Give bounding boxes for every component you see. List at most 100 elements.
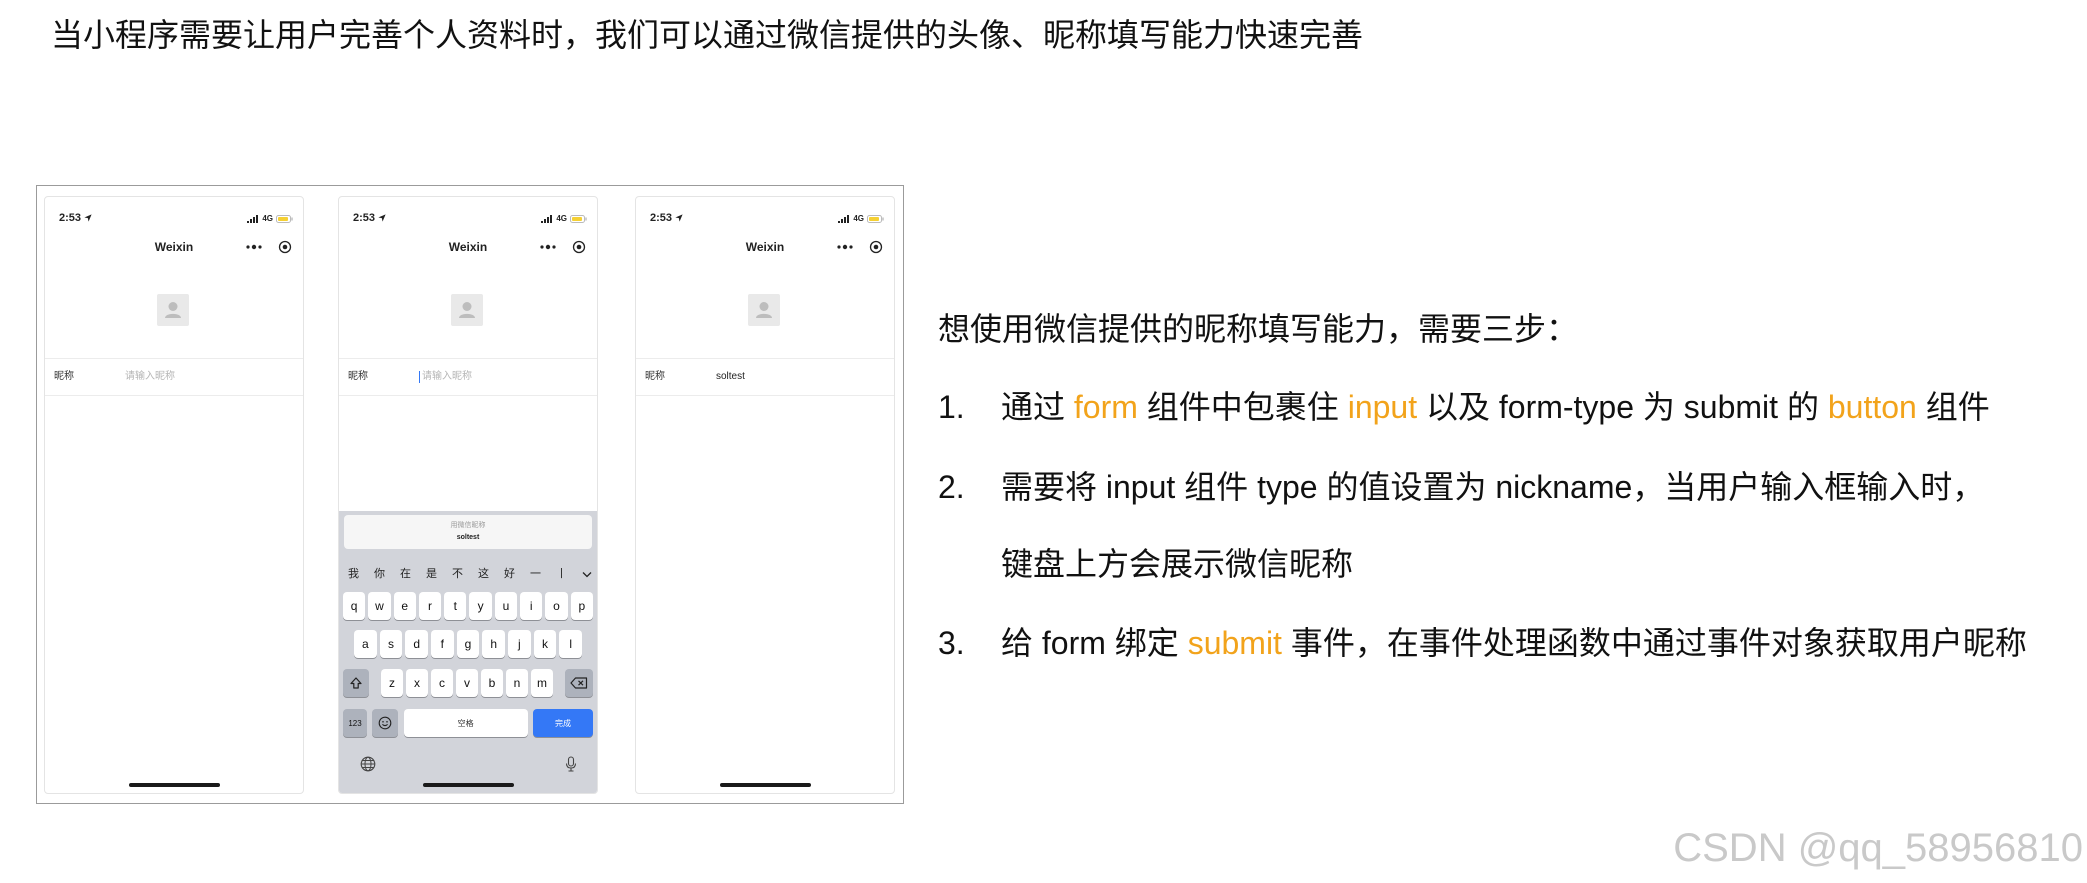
shift-icon xyxy=(349,676,363,690)
nickname-placeholder: 请输入昵称 xyxy=(125,371,175,382)
steps-intro: 想使用微信提供的昵称填写能力，需要三步： xyxy=(938,311,1579,347)
more-icon[interactable] xyxy=(836,244,854,250)
done-key[interactable]: 完成 xyxy=(532,709,593,737)
candidate-bar: 我 你 在 是 不 这 好 一 丨 xyxy=(348,566,592,582)
nickname-placeholder: 请输入昵称 xyxy=(422,371,472,382)
key-i[interactable]: i xyxy=(520,592,543,620)
avatar-button[interactable] xyxy=(451,294,483,326)
candidate[interactable]: 丨 xyxy=(556,566,567,582)
key-u[interactable]: u xyxy=(494,592,518,620)
nickname-label: 昵称 xyxy=(54,371,74,382)
key-a[interactable]: a xyxy=(354,630,377,658)
key-y[interactable]: y xyxy=(469,592,492,620)
nickname-suggestion[interactable]: 用微信昵称 soltest xyxy=(344,515,592,549)
key-z[interactable]: z xyxy=(381,669,403,697)
step-2-line-2: 键盘上方会展示微信昵称 xyxy=(1001,546,1354,582)
network-type: 4G xyxy=(853,214,864,223)
nickname-label: 昵称 xyxy=(348,371,368,382)
step-number: 1. xyxy=(938,389,965,425)
key-d[interactable]: d xyxy=(405,630,429,658)
key-j[interactable]: j xyxy=(508,630,531,658)
key-s[interactable]: s xyxy=(379,630,403,658)
signal-icon xyxy=(838,210,850,228)
more-icon[interactable] xyxy=(245,244,263,250)
step-1-text: 通过 form 组件中包裹住 input 以及 form-type 为 subm… xyxy=(1001,387,2079,427)
nickname-input[interactable]: soltest xyxy=(716,367,886,387)
emoji-key[interactable] xyxy=(372,709,399,737)
candidate[interactable]: 是 xyxy=(426,566,437,582)
slide-title: 当小程序需要让用户完善个人资料时，我们可以通过微信提供的头像、昵称填写能力快速完… xyxy=(51,17,1364,53)
mic-icon[interactable] xyxy=(565,756,577,772)
candidate[interactable]: 不 xyxy=(452,566,463,582)
key-b[interactable]: b xyxy=(481,669,503,697)
avatar-placeholder-icon xyxy=(748,294,780,326)
shift-key[interactable] xyxy=(343,669,369,697)
key-h[interactable]: h xyxy=(482,630,506,658)
key-r[interactable]: r xyxy=(418,592,442,620)
status-left: 2:53 xyxy=(650,209,683,227)
record-icon[interactable] xyxy=(869,240,883,254)
divider xyxy=(45,395,303,396)
nickname-value: soltest xyxy=(716,371,745,382)
chevron-down-icon[interactable] xyxy=(582,571,592,578)
globe-icon[interactable] xyxy=(360,756,376,772)
divider xyxy=(45,358,303,359)
avatar-button[interactable] xyxy=(748,294,780,326)
key-x[interactable]: x xyxy=(406,669,428,697)
step-text-segment: 组件 xyxy=(1916,389,1990,425)
home-indicator xyxy=(129,783,220,787)
keyboard-row-3-letters: z x c v b n m xyxy=(381,669,553,697)
step-text-segment: 组件中包裹住 xyxy=(1137,389,1348,425)
status-time: 2:53 xyxy=(353,212,376,224)
key-w[interactable]: w xyxy=(368,592,391,620)
battery-icon xyxy=(867,210,884,228)
candidate[interactable]: 这 xyxy=(478,566,489,582)
keyboard-row-1: q w e r t y u i o p xyxy=(343,592,593,620)
key-o[interactable]: o xyxy=(545,592,568,620)
avatar-placeholder-icon xyxy=(451,294,483,326)
key-k[interactable]: k xyxy=(533,630,557,658)
nickname-input-focused[interactable]: 请输入昵称 xyxy=(419,367,589,387)
backspace-key[interactable] xyxy=(565,669,593,697)
key-t[interactable]: t xyxy=(444,592,467,620)
key-n[interactable]: n xyxy=(506,669,528,697)
phone-screen-empty: 2:53 4G Weixin 昵称 请输入昵称 xyxy=(44,196,304,794)
candidate[interactable]: 我 xyxy=(348,566,359,582)
status-indicators: 4G xyxy=(541,210,587,228)
candidate[interactable]: 你 xyxy=(374,566,385,582)
numbers-key[interactable]: 123 xyxy=(343,709,367,737)
record-icon[interactable] xyxy=(278,240,292,254)
candidate[interactable]: 好 xyxy=(504,566,515,582)
nickname-label: 昵称 xyxy=(645,371,665,382)
record-icon[interactable] xyxy=(572,240,586,254)
key-q[interactable]: q xyxy=(343,592,366,620)
watermark: CSDN @qq_58956810 xyxy=(1673,826,2083,870)
nav-title: Weixin xyxy=(154,240,194,254)
key-c[interactable]: c xyxy=(431,669,453,697)
keyboard: 用微信昵称 soltest 我 你 在 是 不 这 好 一 丨 q w e r … xyxy=(339,511,597,793)
signal-icon xyxy=(247,210,259,228)
avatar-button[interactable] xyxy=(157,294,189,326)
key-l[interactable]: l xyxy=(559,630,583,658)
key-e[interactable]: e xyxy=(393,592,416,620)
key-v[interactable]: v xyxy=(456,669,478,697)
keyboard-row-3: z x c v b n m xyxy=(343,669,593,697)
step-text-segment: 给 form 绑定 xyxy=(1001,625,1188,661)
phone-screen-keyboard: 2:53 4G Weixin 昵称 请输入昵称 用微信昵称 soltest 我 xyxy=(338,196,598,794)
key-g[interactable]: g xyxy=(456,630,480,658)
suggestion-value: soltest xyxy=(456,534,480,541)
key-m[interactable]: m xyxy=(531,669,553,697)
space-key[interactable]: 空格 xyxy=(403,709,528,737)
suggestion-hint: 用微信昵称 xyxy=(450,522,486,529)
key-p[interactable]: p xyxy=(570,592,593,620)
screenshots-frame: 2:53 4G Weixin 昵称 请输入昵称 2:53 4G Weixin 昵… xyxy=(36,185,904,804)
candidate[interactable]: 一 xyxy=(530,566,541,582)
candidate[interactable]: 在 xyxy=(400,566,411,582)
key-f[interactable]: f xyxy=(431,630,454,658)
nickname-input[interactable]: 请输入昵称 xyxy=(125,367,295,387)
more-icon[interactable] xyxy=(539,244,557,250)
location-arrow-icon xyxy=(675,209,683,227)
step-text-segment: 事件，在事件处理函数中通过事件对象获取用户昵称 xyxy=(1281,625,2027,661)
location-arrow-icon xyxy=(378,209,386,227)
keyboard-row-4: 123 空格 完成 xyxy=(343,709,593,737)
